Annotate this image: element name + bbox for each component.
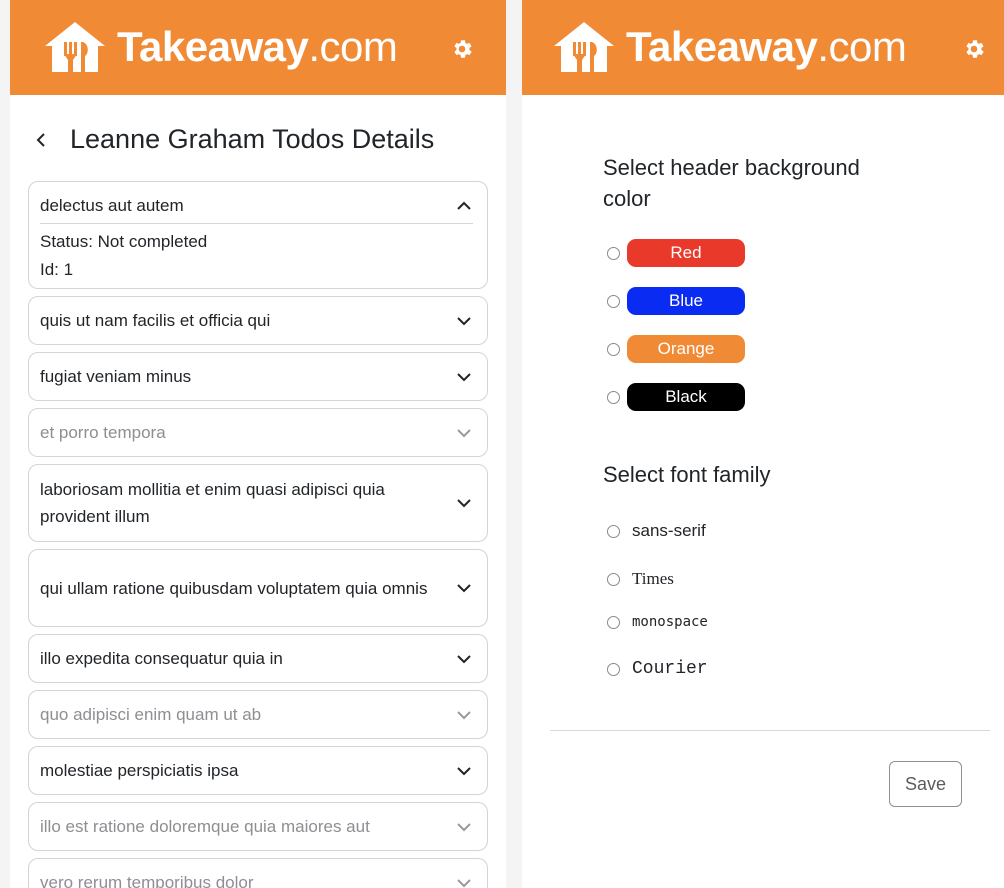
todo-item[interactable]: molestiae perspiciatis ipsa	[28, 746, 488, 795]
font-option-courier[interactable]: Courier	[607, 659, 708, 679]
color-pill-orange[interactable]: Orange	[627, 335, 745, 363]
todo-header[interactable]: vero rerum temporibus dolor	[40, 859, 473, 888]
brand-wordmark: Takeaway.com	[117, 23, 398, 70]
app-header: Takeaway.com	[522, 0, 1004, 95]
font-option-times[interactable]: Times	[607, 569, 674, 589]
brand-logo[interactable]: Takeaway.com	[552, 20, 907, 74]
font-label[interactable]: Times	[632, 569, 674, 589]
page-title-row: Leanne Graham Todos Details	[34, 124, 434, 155]
todo-header[interactable]: et porro tempora	[40, 409, 473, 456]
todo-header[interactable]: quo adipisci enim quam ut ab	[40, 691, 473, 738]
color-pill-red[interactable]: Red	[627, 239, 745, 267]
todo-header[interactable]: illo expedita consequatur quia in	[40, 635, 473, 682]
todo-title: fugiat veniam minus	[40, 367, 192, 386]
gear-icon[interactable]	[450, 37, 474, 61]
color-option-black[interactable]: Black	[607, 383, 745, 411]
chevron-up-icon[interactable]	[455, 197, 473, 215]
todo-header[interactable]: laboriosam mollitia et enim quasi adipis…	[40, 465, 473, 541]
todo-item[interactable]: quo adipisci enim quam ut ab	[28, 690, 488, 739]
brand-logo[interactable]: Takeaway.com	[43, 20, 398, 74]
color-option-blue[interactable]: Blue	[607, 287, 745, 315]
todo-item[interactable]: quis ut nam facilis et officia qui	[28, 296, 488, 345]
color-section-heading: Select header background color	[603, 155, 860, 211]
chevron-down-icon[interactable]	[455, 762, 473, 780]
divider	[550, 730, 990, 731]
radio-black[interactable]	[607, 390, 620, 404]
todo-item[interactable]: et porro tempora	[28, 408, 488, 457]
font-label[interactable]: monospace	[632, 614, 708, 630]
chevron-down-icon[interactable]	[455, 874, 473, 888]
todo-title: laboriosam mollitia et enim quasi adipis…	[40, 480, 385, 526]
chevron-down-icon[interactable]	[455, 494, 473, 512]
todo-title: delectus aut autem	[40, 196, 184, 215]
todo-item: delectus aut autem Status: Not completed…	[28, 181, 488, 289]
radio-red[interactable]	[607, 246, 620, 260]
todo-title: vero rerum temporibus dolor	[40, 873, 254, 888]
chevron-down-icon[interactable]	[455, 579, 473, 597]
chevron-down-icon[interactable]	[455, 706, 473, 724]
todo-item[interactable]: fugiat veniam minus	[28, 352, 488, 401]
todo-title: qui ullam ratione quibusdam voluptatem q…	[40, 578, 428, 598]
todo-status: Status: Not completed	[40, 232, 208, 251]
settings-panel: Takeaway.com Select header background co…	[522, 0, 1004, 888]
todo-title: molestiae perspiciatis ipsa	[40, 761, 239, 780]
chevron-left-icon[interactable]	[34, 126, 52, 154]
chevron-down-icon[interactable]	[455, 312, 473, 330]
todo-item[interactable]: laboriosam mollitia et enim quasi adipis…	[28, 464, 488, 542]
chevron-down-icon[interactable]	[455, 650, 473, 668]
todo-title: illo expedita consequatur quia in	[40, 649, 283, 668]
app-header: Takeaway.com	[10, 0, 506, 95]
chevron-down-icon[interactable]	[455, 424, 473, 442]
color-option-red[interactable]: Red	[607, 239, 745, 267]
todo-header[interactable]: quis ut nam facilis et officia qui	[40, 297, 473, 344]
takeaway-house-icon	[45, 22, 105, 72]
color-pill-blue[interactable]: Blue	[627, 287, 745, 315]
todo-item[interactable]: illo est ratione doloremque quia maiores…	[28, 802, 488, 851]
radio-courier[interactable]	[607, 662, 620, 676]
page-title: Leanne Graham Todos Details	[70, 124, 435, 154]
radio-times[interactable]	[607, 572, 620, 586]
chevron-down-icon[interactable]	[455, 368, 473, 386]
todo-header[interactable]: fugiat veniam minus	[40, 353, 473, 400]
todo-header[interactable]: illo est ratione doloremque quia maiores…	[40, 803, 473, 850]
todo-title: quo adipisci enim quam ut ab	[40, 705, 262, 724]
brand-wordmark: Takeaway.com	[626, 23, 907, 70]
font-option-monospace[interactable]: monospace	[607, 614, 708, 630]
chevron-down-icon[interactable]	[455, 818, 473, 836]
todo-title: quis ut nam facilis et officia qui	[40, 311, 271, 330]
color-pill-black[interactable]: Black	[627, 383, 745, 411]
font-section-heading: Select font family	[603, 462, 771, 487]
radio-orange[interactable]	[607, 342, 620, 356]
todo-header[interactable]: delectus aut autem	[40, 192, 473, 219]
save-button[interactable]: Save	[889, 761, 962, 807]
todo-item[interactable]: qui ullam ratione quibusdam voluptatem q…	[28, 549, 488, 627]
todo-item[interactable]: vero rerum temporibus dolor	[28, 858, 488, 888]
todo-header[interactable]: molestiae perspiciatis ipsa	[40, 747, 473, 794]
radio-blue[interactable]	[607, 294, 620, 308]
color-option-orange[interactable]: Orange	[607, 335, 745, 363]
todo-title: et porro tempora	[40, 423, 166, 442]
radio-monospace[interactable]	[607, 615, 620, 629]
todo-header[interactable]: qui ullam ratione quibusdam voluptatem q…	[40, 550, 473, 626]
font-label[interactable]: sans-serif	[632, 521, 706, 541]
font-option-sans-serif[interactable]: sans-serif	[607, 521, 706, 541]
todo-item[interactable]: illo expedita consequatur quia in	[28, 634, 488, 683]
gear-icon[interactable]	[962, 37, 986, 61]
radio-sans-serif[interactable]	[607, 524, 620, 538]
todos-panel: Takeaway.com Leanne Graham Todos Details…	[10, 0, 506, 888]
todo-title: illo est ratione doloremque quia maiores…	[40, 817, 370, 836]
takeaway-house-icon	[554, 22, 614, 72]
todo-id: Id: 1	[40, 260, 74, 279]
font-label[interactable]: Courier	[632, 659, 708, 679]
todo-details: Status: Not completed Id: 1	[40, 223, 473, 284]
